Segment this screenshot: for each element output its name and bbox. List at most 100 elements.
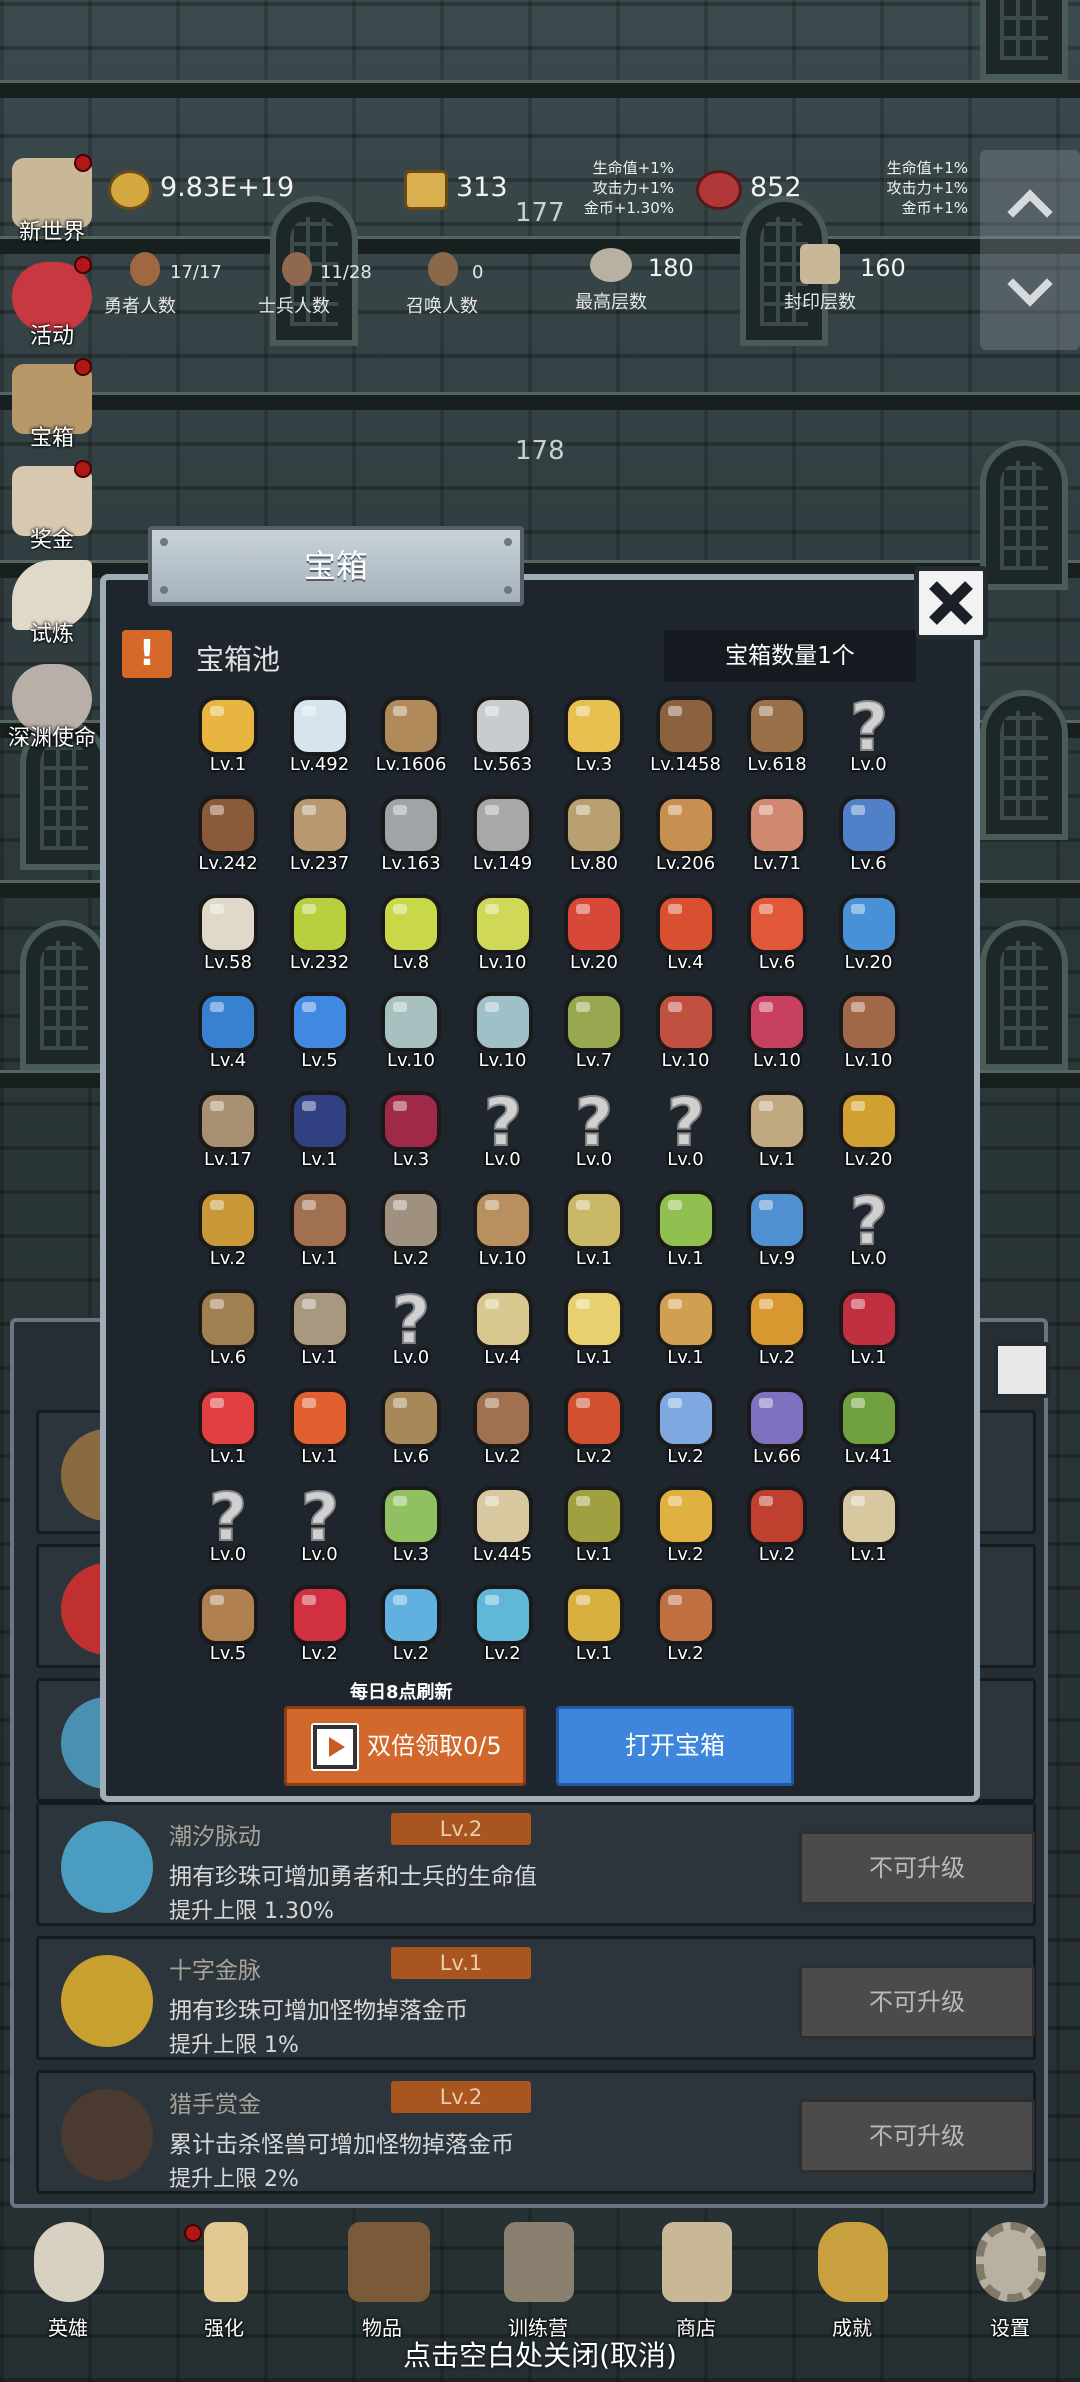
chest-item[interactable]: Lv.149 — [457, 787, 549, 885]
chest-item[interactable]: Lv.7 — [548, 984, 640, 1082]
chest-item[interactable]: Lv.1 — [274, 1182, 366, 1280]
chest-item[interactable]: ? Lv.0 — [274, 1478, 366, 1576]
menu-new-world[interactable]: 新世界 — [4, 154, 100, 245]
chest-item[interactable]: Lv.10 — [457, 1182, 549, 1280]
chest-item[interactable]: Lv.66 — [731, 1380, 823, 1478]
chest-item[interactable]: Lv.1 — [731, 1083, 823, 1181]
chest-item[interactable]: Lv.1 — [182, 688, 274, 786]
chest-item[interactable]: Lv.2 — [548, 1380, 640, 1478]
chest-item[interactable]: Lv.1 — [823, 1478, 915, 1576]
chest-item[interactable]: Lv.6 — [182, 1281, 274, 1379]
floor-scroll-buttons[interactable] — [980, 150, 1080, 350]
chest-item[interactable]: Lv.4 — [457, 1281, 549, 1379]
upgrade-panel-close-icon[interactable] — [994, 1342, 1050, 1398]
chest-item[interactable]: Lv.20 — [548, 886, 640, 984]
chest-item[interactable]: Lv.1 — [640, 1281, 732, 1379]
chest-item[interactable]: Lv.1 — [548, 1281, 640, 1379]
nav-training[interactable]: 训练营 — [478, 2218, 598, 2340]
upgrade-button[interactable]: 不可升级 — [799, 1831, 1035, 1905]
nav-shop[interactable]: 商店 — [636, 2218, 756, 2340]
chest-item[interactable]: Lv.1 — [548, 1478, 640, 1576]
menu-trial[interactable]: 试炼 — [4, 560, 100, 647]
chest-item[interactable]: Lv.10 — [457, 886, 549, 984]
chest-item[interactable]: Lv.206 — [640, 787, 732, 885]
chest-item[interactable]: ? Lv.0 — [548, 1083, 640, 1181]
chest-item[interactable]: Lv.58 — [182, 886, 274, 984]
chest-item[interactable]: Lv.2 — [365, 1577, 457, 1675]
chest-item[interactable]: Lv.1606 — [365, 688, 457, 786]
chest-item[interactable]: Lv.563 — [457, 688, 549, 786]
chest-item[interactable]: Lv.2 — [182, 1182, 274, 1280]
chest-item[interactable]: Lv.2 — [640, 1478, 732, 1576]
chest-item[interactable]: Lv.10 — [640, 984, 732, 1082]
chest-item[interactable]: Lv.8 — [365, 886, 457, 984]
chest-item[interactable]: Lv.618 — [731, 688, 823, 786]
chest-item[interactable]: Lv.1 — [640, 1182, 732, 1280]
chest-item[interactable]: Lv.1 — [823, 1281, 915, 1379]
upgrade-button[interactable]: 不可升级 — [799, 2099, 1035, 2173]
chest-item[interactable]: Lv.10 — [731, 984, 823, 1082]
menu-chest[interactable]: 宝箱 — [4, 358, 100, 451]
chest-item[interactable]: Lv.80 — [548, 787, 640, 885]
modal-close-button[interactable] — [914, 566, 988, 640]
double-claim-button[interactable]: 双倍领取0/5 — [284, 1706, 526, 1786]
nav-heroes[interactable]: 英雄 — [8, 2218, 128, 2340]
upgrade-button[interactable]: 不可升级 — [799, 1965, 1035, 2039]
scroll-down-icon[interactable] — [1007, 261, 1053, 307]
chest-item[interactable]: Lv.1 — [548, 1577, 640, 1675]
chest-item[interactable]: Lv.1 — [274, 1281, 366, 1379]
chest-item[interactable]: Lv.10 — [457, 984, 549, 1082]
chest-item[interactable]: Lv.20 — [823, 886, 915, 984]
chest-item[interactable]: Lv.1 — [548, 1182, 640, 1280]
chest-item[interactable]: Lv.492 — [274, 688, 366, 786]
open-chest-button[interactable]: 打开宝箱 — [556, 1706, 794, 1786]
chest-item[interactable]: Lv.6 — [365, 1380, 457, 1478]
chest-item[interactable]: Lv.5 — [274, 984, 366, 1082]
chest-item[interactable]: ? Lv.0 — [640, 1083, 732, 1181]
chest-item[interactable]: Lv.2 — [365, 1182, 457, 1280]
chest-item[interactable]: Lv.2 — [640, 1577, 732, 1675]
nav-settings[interactable]: 设置 — [950, 2218, 1070, 2340]
nav-achievements[interactable]: 成就 — [792, 2218, 912, 2340]
chest-item[interactable]: ? Lv.0 — [365, 1281, 457, 1379]
chest-item[interactable]: Lv.237 — [274, 787, 366, 885]
chest-item[interactable]: Lv.71 — [731, 787, 823, 885]
chest-item[interactable]: Lv.2 — [274, 1577, 366, 1675]
chest-item[interactable]: Lv.6 — [823, 787, 915, 885]
chest-item[interactable]: Lv.5 — [182, 1577, 274, 1675]
chest-item[interactable]: Lv.10 — [823, 984, 915, 1082]
chest-item[interactable]: Lv.3 — [548, 688, 640, 786]
chest-item[interactable]: Lv.10 — [365, 984, 457, 1082]
chest-item[interactable]: Lv.242 — [182, 787, 274, 885]
scroll-up-icon[interactable] — [1007, 189, 1053, 235]
nav-items[interactable]: 物品 — [322, 2218, 442, 2340]
chest-item[interactable]: ? Lv.0 — [823, 1182, 915, 1280]
chest-item[interactable]: Lv.232 — [274, 886, 366, 984]
chest-item[interactable]: Lv.1 — [274, 1083, 366, 1181]
nav-enhance[interactable]: 强化 — [164, 2218, 284, 2340]
menu-bonus[interactable]: 奖金 — [4, 460, 100, 553]
chest-item[interactable]: Lv.2 — [731, 1478, 823, 1576]
chest-item[interactable]: ? Lv.0 — [182, 1478, 274, 1576]
chest-item[interactable]: Lv.1 — [182, 1380, 274, 1478]
chest-item[interactable]: Lv.6 — [731, 886, 823, 984]
chest-item[interactable]: Lv.1458 — [640, 688, 732, 786]
chest-item[interactable]: Lv.4 — [182, 984, 274, 1082]
chest-item[interactable]: ? Lv.0 — [457, 1083, 549, 1181]
chest-item[interactable]: Lv.3 — [365, 1478, 457, 1576]
chest-item[interactable]: Lv.2 — [457, 1577, 549, 1675]
chest-item[interactable]: Lv.20 — [823, 1083, 915, 1181]
menu-activity[interactable]: 活动 — [4, 256, 100, 349]
chest-item[interactable]: Lv.2 — [731, 1281, 823, 1379]
chest-item[interactable]: Lv.41 — [823, 1380, 915, 1478]
chest-item[interactable]: Lv.4 — [640, 886, 732, 984]
chest-item[interactable]: Lv.2 — [640, 1380, 732, 1478]
menu-abyss[interactable]: 深渊使命 — [4, 664, 100, 751]
chest-item[interactable]: Lv.2 — [457, 1380, 549, 1478]
chest-item[interactable]: Lv.3 — [365, 1083, 457, 1181]
chest-item[interactable]: Lv.445 — [457, 1478, 549, 1576]
chest-item[interactable]: Lv.9 — [731, 1182, 823, 1280]
chest-item[interactable]: Lv.163 — [365, 787, 457, 885]
chest-item[interactable]: Lv.1 — [274, 1380, 366, 1478]
close-hint[interactable]: 点击空白处关闭(取消) — [0, 2334, 1080, 2374]
